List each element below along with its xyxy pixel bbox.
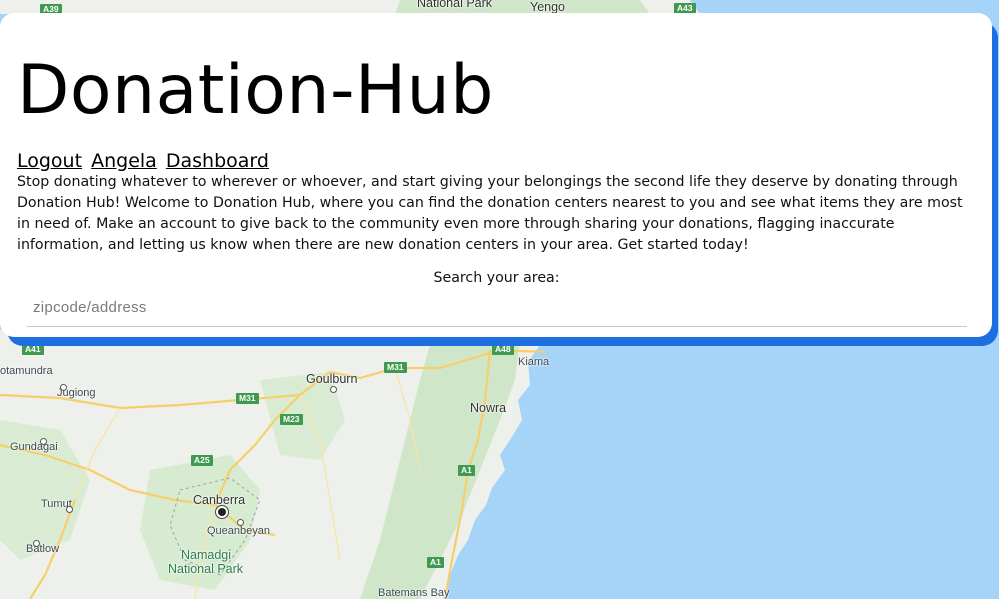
map-label-batlow: Batlow xyxy=(26,543,60,555)
capital-marker xyxy=(218,508,226,516)
intro-card: Donation-Hub Logout Angela Dashboard Sto… xyxy=(0,13,992,337)
user-profile-link[interactable]: Angela xyxy=(91,150,157,172)
user-nav: Logout Angela Dashboard xyxy=(17,150,976,172)
city-marker xyxy=(40,438,47,445)
city-marker xyxy=(330,386,337,393)
route-shield: A1 xyxy=(458,465,475,476)
map-label-cootamundra: otamundra xyxy=(0,365,53,377)
search-input[interactable] xyxy=(27,293,967,326)
city-marker xyxy=(33,540,40,547)
route-shield: A1 xyxy=(427,557,444,568)
route-shield: M31 xyxy=(384,362,407,373)
city-marker xyxy=(237,519,244,526)
search-label: Search your area: xyxy=(433,270,560,286)
map-label-batemans-bay: Batemans Bay xyxy=(378,587,450,599)
search-field xyxy=(27,293,967,327)
intro-text: Stop donating whatever to wherever or wh… xyxy=(17,174,963,253)
city-marker xyxy=(66,506,73,513)
logout-link[interactable]: Logout xyxy=(17,150,82,172)
map-label-kiama: Kiama xyxy=(518,356,550,368)
route-shield: M23 xyxy=(280,414,303,425)
map-label-canberra: Canberra xyxy=(193,493,246,507)
map-label-goulburn: Goulburn xyxy=(306,372,358,386)
route-shield: A25 xyxy=(191,455,213,466)
map-label-namadgi-national-park: National Park xyxy=(168,562,244,576)
dashboard-link[interactable]: Dashboard xyxy=(166,150,269,172)
city-marker xyxy=(60,384,67,391)
route-shield: M31 xyxy=(236,393,259,404)
map-label-nowra: Nowra xyxy=(470,401,507,415)
site-title: Donation-Hub xyxy=(17,51,494,130)
map-label-queanbeyan: Queanbeyan xyxy=(207,525,270,537)
map-label-gundagai: Gundagai xyxy=(10,441,58,453)
map-label-yengo: Yengo xyxy=(530,0,565,14)
map-label-namadgi: Namadgi xyxy=(181,548,232,562)
map-label-national-park: National Park xyxy=(417,0,493,10)
